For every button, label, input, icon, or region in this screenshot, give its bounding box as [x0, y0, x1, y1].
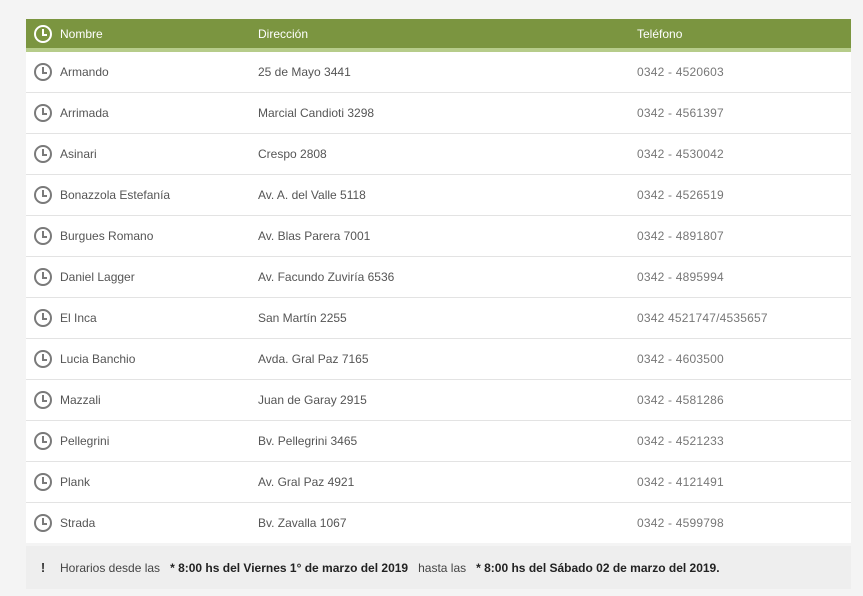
footer-from-value: * 8:00 hs del Viernes 1° de marzo del 20…	[170, 560, 409, 575]
row-phone: 0342 - 4581286	[637, 393, 724, 407]
header-phone: Teléfono	[637, 26, 683, 41]
row-address: Bv. Pellegrini 3465	[258, 434, 358, 448]
table-row: Daniel Lagger Av. Facundo Zuviría 6536 034…	[26, 257, 851, 298]
pharmacy-table: Nombre Dirección Teléfono Armando 25 de M…	[26, 19, 851, 543]
clock-icon[interactable]	[26, 186, 60, 204]
clock-icon[interactable]	[26, 104, 60, 122]
row-name: Plank	[60, 475, 91, 489]
row-phone: 0342 - 4599798	[637, 516, 724, 530]
clock-icon[interactable]	[26, 268, 60, 286]
clock-icon[interactable]	[26, 432, 60, 450]
row-address: Juan de Garay 2915	[258, 393, 367, 407]
clock-icon[interactable]	[26, 227, 60, 245]
table-row: Plank Av. Gral Paz 4921 0342 - 4121491	[26, 462, 851, 503]
row-address: Marcial Candioti 3298	[258, 106, 375, 120]
header-address: Dirección	[258, 26, 309, 41]
row-name: Daniel Lagger	[60, 270, 135, 284]
row-name: Asinari	[60, 147, 97, 161]
table-row: Burgues Romano Av. Blas Parera 7001 0342 -…	[26, 216, 851, 257]
row-name: El Inca	[60, 311, 97, 325]
clock-icon[interactable]	[26, 145, 60, 163]
row-phone: 0342 - 4520603	[637, 65, 724, 79]
row-address: Av. Facundo Zuviría 6536	[258, 270, 395, 284]
row-name: Armando	[60, 65, 109, 79]
table-row: Pellegrini Bv. Pellegrini 3465 0342 - 4521…	[26, 421, 851, 462]
row-phone: 0342 - 4521233	[637, 434, 724, 448]
schedule-footer: ! Horarios desde las * 8:00 hs del Viern…	[26, 546, 851, 589]
clock-icon[interactable]	[26, 309, 60, 327]
row-name: Mazzali	[60, 393, 101, 407]
table-header: Nombre Dirección Teléfono	[26, 19, 851, 52]
header-name: Nombre	[60, 26, 103, 41]
row-phone: 0342 - 4895994	[637, 270, 724, 284]
row-phone: 0342 4521747/4535657	[637, 311, 768, 325]
clock-icon[interactable]	[26, 350, 60, 368]
table-row: Lucia Banchio Avda. Gral Paz 7165 0342 - 4…	[26, 339, 851, 380]
table-row: Arrimada Marcial Candioti 3298 0342 - 4561…	[26, 93, 851, 134]
row-address: Avda. Gral Paz 7165	[258, 352, 369, 366]
clock-icon[interactable]	[26, 514, 60, 532]
clock-icon[interactable]	[26, 473, 60, 491]
row-address: 25 de Mayo 3441	[258, 65, 351, 79]
table-row: Mazzali Juan de Garay 2915 0342 - 4581286	[26, 380, 851, 421]
table-body: Armando 25 de Mayo 3441 0342 - 4520603 Arri…	[26, 52, 851, 543]
row-address: Bv. Zavalla 1067	[258, 516, 347, 530]
row-address: Av. A. del Valle 5118	[258, 188, 366, 202]
table-row: Armando 25 de Mayo 3441 0342 - 4520603	[26, 52, 851, 93]
header-clock-icon	[26, 24, 60, 43]
row-address: Crespo 2808	[258, 147, 327, 161]
row-name: Strada	[60, 516, 96, 530]
row-address: Av. Gral Paz 4921	[258, 475, 355, 489]
footer-from-label: Horarios desde las	[60, 560, 161, 575]
row-phone: 0342 - 4561397	[637, 106, 724, 120]
footer-to-label: hasta las	[418, 560, 467, 575]
alert-icon: !	[40, 560, 46, 575]
row-name: Bonazzola Estefanía	[60, 188, 171, 202]
row-phone: 0342 - 4526519	[637, 188, 724, 202]
row-name: Pellegrini	[60, 434, 110, 448]
row-address: San Martín 2255	[258, 311, 347, 325]
row-phone: 0342 - 4121491	[637, 475, 724, 489]
row-address: Av. Blas Parera 7001	[258, 229, 371, 243]
table-row: El Inca San Martín 2255 0342 4521747/45356…	[26, 298, 851, 339]
clock-icon[interactable]	[26, 63, 60, 81]
row-name: Arrimada	[60, 106, 109, 120]
row-phone: 0342 - 4530042	[637, 147, 724, 161]
footer-to-value: * 8:00 hs del Sábado 02 de marzo del 201…	[476, 560, 720, 575]
table-row: Strada Bv. Zavalla 1067 0342 - 4599798	[26, 503, 851, 543]
row-name: Lucia Banchio	[60, 352, 136, 366]
row-name: Burgues Romano	[60, 229, 154, 243]
row-phone: 0342 - 4603500	[637, 352, 724, 366]
table-row: Asinari Crespo 2808 0342 - 4530042	[26, 134, 851, 175]
row-phone: 0342 - 4891807	[637, 229, 724, 243]
clock-icon[interactable]	[26, 391, 60, 409]
table-row: Bonazzola Estefanía Av. A. del Valle 5118…	[26, 175, 851, 216]
